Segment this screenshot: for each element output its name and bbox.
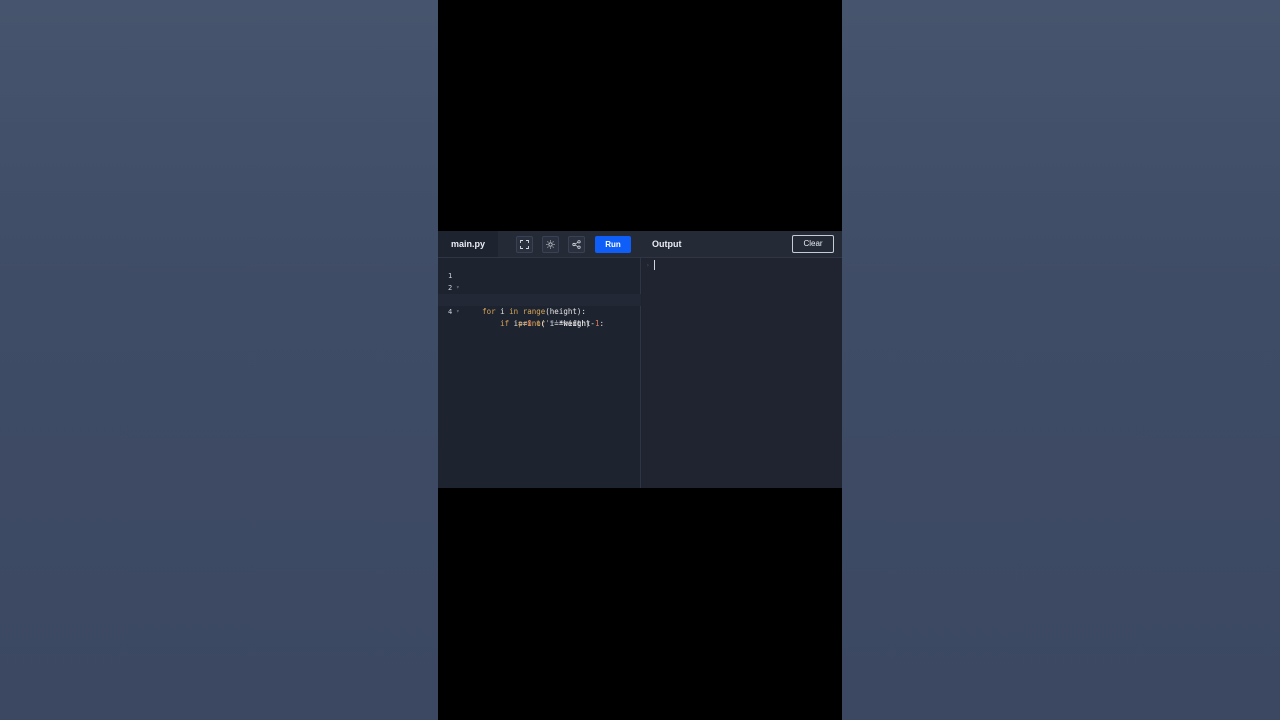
share-button[interactable] xyxy=(568,236,585,253)
prompt-marker: › xyxy=(646,262,650,269)
fullscreen-button[interactable] xyxy=(516,236,533,253)
code-text: for i in range(height): xyxy=(482,307,586,316)
code-text: print('*'*width) xyxy=(518,319,591,328)
share-icon xyxy=(572,240,581,249)
run-button[interactable]: Run xyxy=(595,236,631,253)
code-line: 2 ▾ for i in range(height): xyxy=(438,270,641,316)
video-frame: main.py Run Output Clear 1 ▾ 2 for i in … xyxy=(438,0,842,720)
background-right xyxy=(842,0,1280,720)
output-console[interactable]: › xyxy=(642,258,842,488)
code-editor[interactable]: 1 ▾ def rectangle(width, height): 2 ▾ fo… xyxy=(438,258,641,488)
code-line: 3 ▾ if i==0 or i==height-1: xyxy=(438,282,641,328)
line-number: 4 xyxy=(448,308,453,316)
code-editor-app: main.py Run Output Clear 1 ▾ 2 for i in … xyxy=(438,231,842,488)
fullscreen-icon xyxy=(520,240,529,249)
clear-output-button[interactable]: Clear xyxy=(792,235,834,253)
code-line: 1 ▾ def rectangle(width, height): xyxy=(438,258,641,304)
editor-toolbar: main.py Run Output Clear xyxy=(438,231,842,258)
code-line-active: 4 print('*'*width) xyxy=(438,294,641,328)
background-left xyxy=(0,0,438,720)
file-tab-main-py[interactable]: main.py xyxy=(438,231,498,257)
theme-toggle-button[interactable] xyxy=(542,236,559,253)
sun-icon xyxy=(546,240,555,249)
text-cursor xyxy=(654,260,655,270)
output-panel-title: Output xyxy=(652,239,682,249)
